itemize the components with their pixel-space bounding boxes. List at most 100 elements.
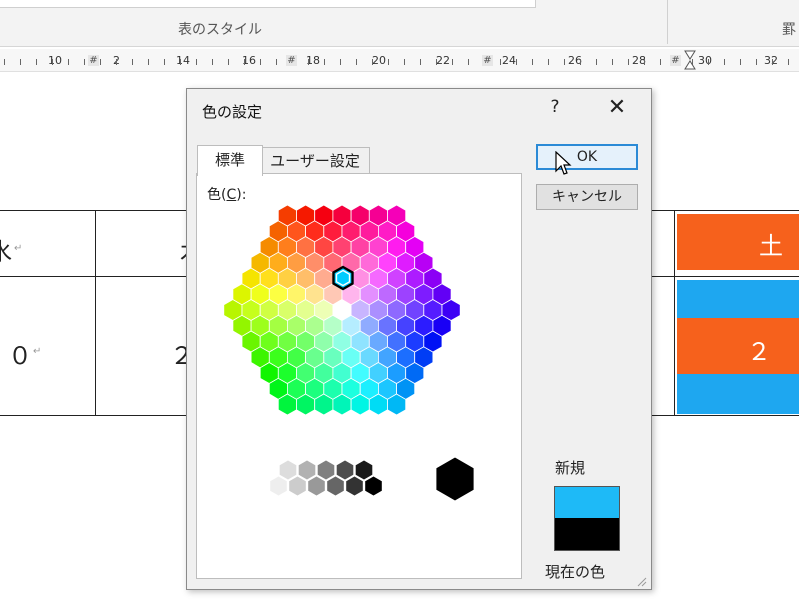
gray-swatch[interactable] xyxy=(307,475,326,497)
gray-swatch[interactable] xyxy=(345,475,364,497)
cell-text: 土 xyxy=(759,232,783,260)
dialog-title: 色の設定 xyxy=(202,103,263,121)
ruler-tick xyxy=(20,59,21,65)
tab-standard[interactable]: 標準 xyxy=(197,145,263,176)
ruler-column-marker[interactable]: # xyxy=(88,55,99,66)
cell-blue[interactable] xyxy=(677,280,799,318)
ruler-tick xyxy=(580,59,581,65)
ok-button[interactable]: OK xyxy=(536,144,638,170)
cell-saturday[interactable]: 土 xyxy=(677,214,799,270)
ruler-tick xyxy=(500,59,501,65)
ruler-tick xyxy=(132,59,133,65)
ribbon-separator xyxy=(667,0,668,44)
ribbon: 表のスタイル 罫 xyxy=(0,0,799,47)
ruler-tick xyxy=(564,59,565,65)
ribbon-style-gallery[interactable] xyxy=(0,0,536,8)
new-color-label: 新規 xyxy=(555,459,586,477)
ruler-tick xyxy=(788,59,789,65)
ruler-number: 30 xyxy=(698,54,712,67)
ruler-number: 24 xyxy=(502,54,516,67)
gray-swatch[interactable] xyxy=(269,475,288,497)
cancel-button[interactable]: キャンセル xyxy=(536,184,638,210)
ruler-tick xyxy=(452,59,453,65)
ruler-tick xyxy=(436,59,437,65)
current-color-label: 現在の色 xyxy=(545,563,606,581)
ruler-tick xyxy=(628,59,629,65)
ruler-tick xyxy=(644,59,645,65)
ruler-tick xyxy=(548,59,549,65)
ruler-column-marker[interactable]: # xyxy=(670,55,681,66)
ruler-tick xyxy=(612,59,613,65)
ruler-tick xyxy=(84,59,85,65)
ruler-number: 22 xyxy=(436,54,450,67)
cell-text: 水 xyxy=(0,232,12,267)
ruler-tick xyxy=(228,59,229,65)
ruler-tick xyxy=(532,59,533,65)
current-color-swatch xyxy=(554,518,620,551)
gray-swatch[interactable] xyxy=(297,459,317,481)
close-button[interactable]: ✕ xyxy=(605,95,629,121)
color-tab-panel: 色(C): xyxy=(196,173,522,579)
ruler-tick xyxy=(212,59,213,65)
ruler-tick xyxy=(36,59,37,65)
mouse-pointer-icon xyxy=(555,151,572,175)
ruler-tick xyxy=(404,59,405,65)
ruler-tick xyxy=(596,59,597,65)
table-border xyxy=(674,210,675,416)
gray-swatch[interactable] xyxy=(335,459,355,481)
gray-swatch[interactable] xyxy=(278,459,298,481)
ruler-tick xyxy=(740,59,741,65)
gray-swatch[interactable] xyxy=(354,459,374,481)
ruler-number: 10 xyxy=(48,54,62,67)
black-swatch[interactable] xyxy=(435,456,475,502)
ruler-tick xyxy=(100,59,101,65)
color-dialog: 色の設定 ? ✕ 標準 ユーザー設定 色(C): OK キャンセル 新規 現在の… xyxy=(186,88,652,590)
tab-custom[interactable]: ユーザー設定 xyxy=(261,147,370,175)
ruler-tick xyxy=(468,59,469,65)
ruler-tick xyxy=(116,59,117,65)
gray-swatch[interactable] xyxy=(326,475,345,497)
cell-text: ０ xyxy=(8,342,32,370)
ruler-tick xyxy=(756,59,757,65)
ruler-tick xyxy=(324,59,325,65)
cell-orange[interactable]: ２４ xyxy=(677,318,799,401)
ruler-column-marker[interactable]: # xyxy=(286,55,297,66)
ruler-tick xyxy=(180,59,181,65)
ruler-tick xyxy=(772,59,773,65)
resize-grip-icon[interactable] xyxy=(635,575,647,587)
ruler-tick xyxy=(4,59,5,65)
color-palette[interactable] xyxy=(197,174,521,578)
ruler-tick xyxy=(244,59,245,65)
return-mark: ↵ xyxy=(33,346,42,357)
help-button[interactable]: ? xyxy=(545,97,565,121)
ruler-indent-marker[interactable] xyxy=(684,50,696,70)
gray-swatch[interactable] xyxy=(259,459,279,481)
ribbon-group-label: 表のスタイル xyxy=(178,22,262,38)
return-mark: ↵ xyxy=(14,243,23,254)
ruler-tick xyxy=(372,59,373,65)
ruler-tick xyxy=(356,59,357,65)
ruler-tick xyxy=(420,59,421,65)
gray-swatch[interactable] xyxy=(364,475,383,497)
ruler-tick xyxy=(516,59,517,65)
gray-swatch[interactable] xyxy=(316,459,336,481)
cell-blue[interactable] xyxy=(677,374,799,414)
ruler-tick xyxy=(164,59,165,65)
ruler-number: 14 xyxy=(176,54,190,67)
ruler-tick xyxy=(196,59,197,65)
ruler-tick xyxy=(260,59,261,65)
ruler-tick xyxy=(52,59,53,65)
ruler-column-marker[interactable]: # xyxy=(482,55,493,66)
ruler-number: 32 xyxy=(764,54,778,67)
table-border xyxy=(95,210,96,416)
ruler-tick xyxy=(68,59,69,65)
ruler-number: 20 xyxy=(372,54,386,67)
ruler-tick xyxy=(308,59,309,65)
ruler-tick xyxy=(724,59,725,65)
ruler-tick xyxy=(148,59,149,65)
gray-swatch[interactable] xyxy=(288,475,307,497)
ruler-tick xyxy=(388,59,389,65)
ruler-tick xyxy=(660,59,661,65)
ruler-tick xyxy=(340,59,341,65)
new-color-swatch xyxy=(554,486,620,519)
